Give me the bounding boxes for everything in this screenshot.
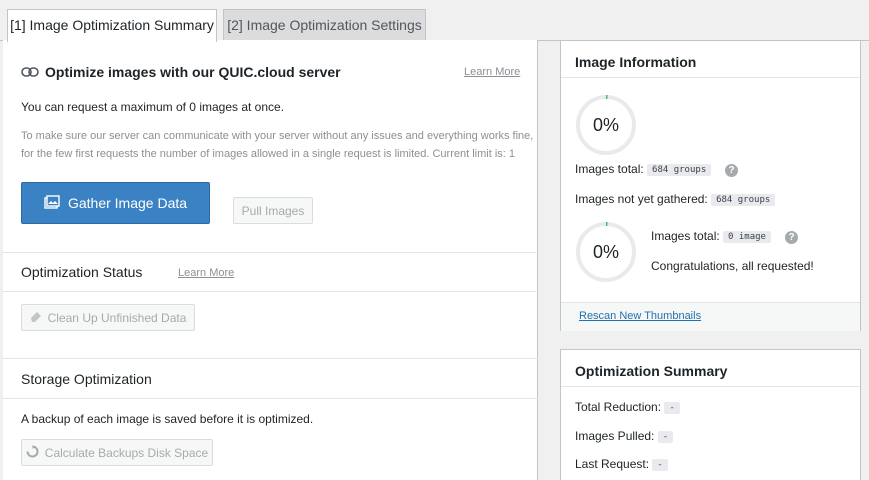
optimization-summary-panel: Optimization Summary Total Reduction: - … xyxy=(560,349,861,480)
images-total-2-label: Images total: xyxy=(651,229,720,243)
help-icon[interactable]: ? xyxy=(785,231,798,244)
calculate-backups-label: Calculate Backups Disk Space xyxy=(44,445,209,460)
refresh-icon xyxy=(26,444,39,461)
max-images-text: You can request a maximum of 0 images at… xyxy=(21,100,285,114)
panel-divider xyxy=(561,386,860,387)
rescan-new-thumbnails-link[interactable]: Rescan New Thumbnails xyxy=(579,310,701,322)
clean-up-label: Clean Up Unfinished Data xyxy=(47,310,187,325)
section-divider xyxy=(3,358,538,359)
images-pulled-row: Images Pulled: - xyxy=(575,429,674,443)
help-icon[interactable]: ? xyxy=(725,164,738,177)
last-request-row: Last Request: - xyxy=(575,457,668,471)
limit-note-line-2: for the few first requests the number of… xyxy=(21,148,515,160)
images-total-value: 684 groups xyxy=(647,163,712,176)
gather-image-data-label: Gather Image Data xyxy=(67,195,188,211)
gathered-progress-percent: 0% xyxy=(592,115,619,135)
total-reduction-label: Total Reduction: xyxy=(575,400,662,414)
not-gathered-row: Images not yet gathered: 684 groups xyxy=(575,192,776,206)
gathered-progress-circle: 0% xyxy=(575,94,637,156)
images-total-2-value: 0 image xyxy=(723,230,771,243)
images-total-label: Images total: xyxy=(575,162,644,176)
optimize-learn-more-link[interactable]: Learn More xyxy=(464,66,520,78)
clean-up-unfinished-data-button[interactable]: Clean Up Unfinished Data xyxy=(21,304,195,331)
section-divider xyxy=(3,252,538,253)
total-reduction-row: Total Reduction: - xyxy=(575,400,680,414)
last-request-value: - xyxy=(652,458,668,471)
images-total-row: Images total: 684 groups xyxy=(575,162,712,176)
requested-progress-percent: 0% xyxy=(592,242,619,262)
pull-images-button[interactable]: Pull Images xyxy=(233,197,313,224)
images-pulled-value: - xyxy=(657,430,674,443)
image-icon xyxy=(44,194,60,212)
image-information-title: Image Information xyxy=(575,54,697,70)
optimize-title: Optimize images with our QUIC.cloud serv… xyxy=(45,64,341,80)
not-gathered-label: Images not yet gathered: xyxy=(575,192,708,206)
gather-image-data-button[interactable]: Gather Image Data xyxy=(21,182,210,224)
storage-optimization-title: Storage Optimization xyxy=(21,371,152,387)
images-total-2-row: Images total: 0 image xyxy=(651,229,771,243)
optimization-summary-title: Optimization Summary xyxy=(575,363,728,379)
calculate-backups-disk-space-button[interactable]: Calculate Backups Disk Space xyxy=(21,439,213,466)
tab-image-optimization-summary[interactable]: [1] Image Optimization Summary xyxy=(7,9,217,42)
tab-image-optimization-settings[interactable]: [2] Image Optimization Settings xyxy=(223,9,426,41)
panel-divider xyxy=(561,77,860,78)
main-panel: Optimize images with our QUIC.cloud serv… xyxy=(3,40,538,480)
images-pulled-label: Images Pulled: xyxy=(575,429,655,443)
link-icon xyxy=(21,65,39,83)
congratulations-text: Congratulations, all requested! xyxy=(651,259,814,273)
section-divider xyxy=(3,398,538,399)
image-information-panel: Image Information 0% Images total: 684 g… xyxy=(560,40,861,331)
pull-images-label: Pull Images xyxy=(241,203,305,218)
eraser-icon xyxy=(30,310,42,325)
status-learn-more-link[interactable]: Learn More xyxy=(178,267,234,279)
image-information-footer: Rescan New Thumbnails xyxy=(561,302,860,331)
last-request-label: Last Request: xyxy=(575,457,650,471)
tab-bar: [1] Image Optimization Summary [2] Image… xyxy=(0,0,869,42)
section-divider xyxy=(3,291,538,292)
total-reduction-value: - xyxy=(664,401,680,414)
backup-note: A backup of each image is saved before i… xyxy=(21,412,314,426)
requested-progress-circle: 0% xyxy=(575,221,637,283)
limit-note-line-1: To make sure our server can communicate … xyxy=(21,130,534,142)
not-gathered-value: 684 groups xyxy=(711,193,776,206)
optimization-status-title: Optimization Status xyxy=(21,264,143,280)
